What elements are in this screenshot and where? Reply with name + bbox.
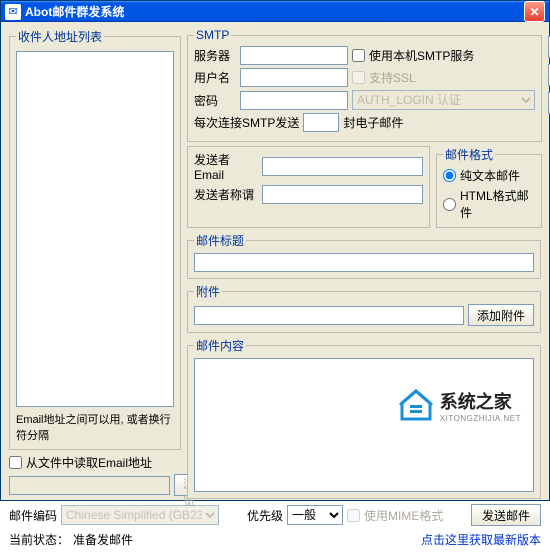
mime-label: 使用MIME格式 [364,507,443,524]
sender-name-label: 发送者称谓 [194,186,258,203]
server-input[interactable] [240,46,348,65]
ssl-checkbox [352,71,365,84]
read-from-file-checkbox[interactable] [9,456,22,469]
body-group: 邮件内容 系统之家 XITONGZHIJIA.NET [187,337,541,499]
read-from-file-label: 从文件中读取Email地址 [26,454,152,471]
auth-select: AUTH_LOGIN 认证 [352,90,535,110]
attachment-input[interactable] [194,306,464,325]
user-label: 用户名 [194,69,236,86]
per-conn-input[interactable] [303,113,339,132]
subject-group: 邮件标题 [187,232,541,279]
attachment-legend: 附件 [194,283,222,300]
format-legend: 邮件格式 [443,146,495,163]
status-label: 当前状态： [9,531,69,548]
body-textarea[interactable]: 系统之家 XITONGZHIJIA.NET [194,358,534,492]
sender-email-input[interactable] [262,157,423,176]
house-icon [398,387,434,423]
per-conn-label1: 每次连接SMTP发送 [194,114,299,131]
format-plain-label: 纯文本邮件 [460,167,520,184]
pass-label: 密码 [194,92,236,109]
format-group: 邮件格式 纯文本邮件 HTML格式邮件 [436,146,542,228]
body-legend: 邮件内容 [194,337,246,354]
format-html-radio[interactable] [443,198,456,211]
encoding-select[interactable]: Chinese Simplified (GB23 [61,505,219,525]
watermark-cn: 系统之家 [440,388,521,414]
pass-input[interactable] [240,91,348,110]
sender-email-label: 发送者Email [194,151,258,182]
recipient-list[interactable] [16,51,174,407]
update-link[interactable]: 点击这里获取最新版本 [421,531,541,548]
format-plain-radio[interactable] [443,169,456,182]
send-button[interactable]: 发送邮件 [471,504,541,526]
encoding-label: 邮件编码 [9,507,57,524]
close-button[interactable]: ✕ [524,1,545,22]
recipient-list-legend: 收件人地址列表 [16,28,104,45]
priority-select[interactable]: 一般 [287,505,343,525]
server-label: 服务器 [194,47,236,64]
attachment-group: 附件 添加附件 [187,283,541,333]
ssl-label: 支持SSL [369,69,416,86]
priority-label: 优先级 [247,507,283,524]
sender-group: 发送者Email 发送者称谓 [187,146,430,228]
add-attachment-button[interactable]: 添加附件 [468,304,534,326]
app-window: ✉ Abot邮件群发系统 ✕ 收件人地址列表 Email地址之间可以用, 或者换… [0,0,550,501]
watermark-en: XITONGZHIJIA.NET [440,414,521,423]
titlebar[interactable]: ✉ Abot邮件群发系统 ✕ [1,1,549,22]
content-area: 收件人地址列表 Email地址之间可以用, 或者换行符分隔 从文件中读取Emai… [1,22,549,553]
user-input[interactable] [240,68,348,87]
window-title: Abot邮件群发系统 [25,3,524,20]
use-local-smtp-checkbox[interactable] [352,49,365,62]
mime-checkbox [347,509,360,522]
file-path-input [9,476,170,495]
subject-input[interactable] [194,253,534,272]
subject-legend: 邮件标题 [194,232,246,249]
use-local-smtp-label: 使用本机SMTP服务 [369,47,474,64]
status-text: 准备发邮件 [73,531,133,548]
watermark: 系统之家 XITONGZHIJIA.NET [398,387,521,423]
smtp-group: SMTP 服务器 使用本机SMTP服务 用户名 [187,28,542,142]
recipient-list-group: 收件人地址列表 Email地址之间可以用, 或者换行符分隔 [9,28,181,450]
per-conn-label2: 封电子邮件 [343,114,403,131]
sender-name-input[interactable] [262,185,423,204]
format-html-label: HTML格式邮件 [460,187,535,221]
app-icon: ✉ [5,4,21,20]
smtp-legend: SMTP [194,28,231,42]
recipient-hint: Email地址之间可以用, 或者换行符分隔 [16,411,174,443]
